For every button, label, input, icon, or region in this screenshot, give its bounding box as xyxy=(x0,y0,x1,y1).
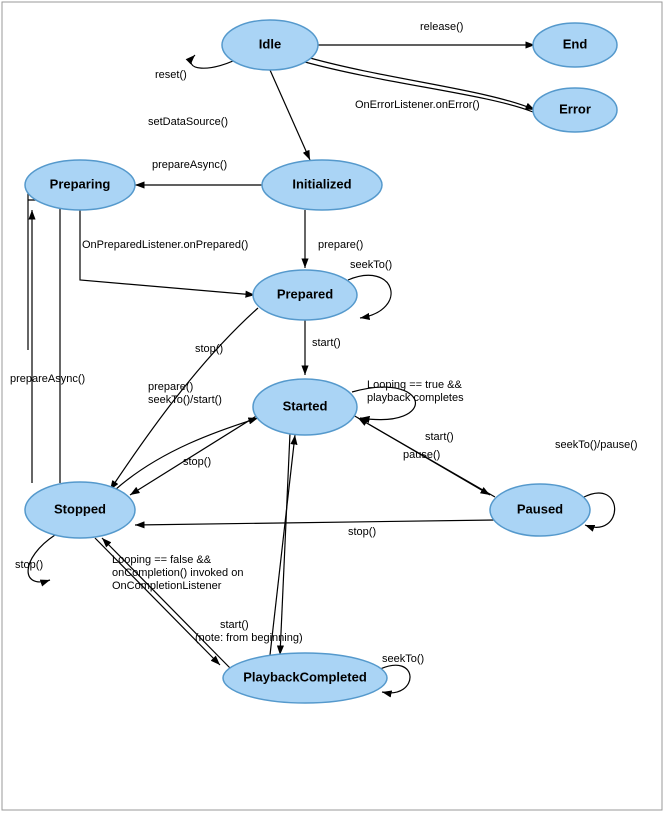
label-seekto-pause: seekTo()/pause() xyxy=(555,439,638,451)
label-stop-started: stop() xyxy=(183,456,211,468)
label-paused: Paused xyxy=(517,501,563,516)
label-reset: reset() xyxy=(155,69,187,81)
label-onprepared: OnPreparedListener.onPrepared() xyxy=(82,239,248,251)
label-seekto-playback: seekTo() xyxy=(382,653,424,665)
label-pause: pause() xyxy=(403,449,440,461)
label-prepare-1: prepare() xyxy=(318,239,363,251)
label-start-beginning-2: (note: from beginning) xyxy=(195,632,303,644)
label-seekto-prepared: seekTo() xyxy=(350,259,392,271)
label-preparing: Preparing xyxy=(50,176,111,191)
label-started: Started xyxy=(283,398,328,413)
label-onerror: OnErrorListener.onError() xyxy=(355,99,480,111)
label-start-beginning-1: start() xyxy=(220,619,249,631)
label-start-paused: start() xyxy=(425,431,454,443)
label-looping-false-3: OnCompletionListener xyxy=(112,580,222,592)
label-start-1: start() xyxy=(312,337,341,349)
label-looping-false-1: Looping == false && xyxy=(112,554,212,566)
label-setdatasource: setDataSource() xyxy=(148,116,228,128)
label-release: release() xyxy=(420,21,463,33)
label-stopped: Stopped xyxy=(54,501,106,516)
label-prepareasync-1: prepareAsync() xyxy=(152,159,227,171)
label-prepareasync-2: prepareAsync() xyxy=(10,373,85,385)
label-looping-false-2: onCompletion() invoked on xyxy=(112,567,243,579)
label-error: Error xyxy=(559,101,591,116)
label-initialized: Initialized xyxy=(292,176,351,191)
label-stop-paused: stop() xyxy=(348,526,376,538)
label-prepare-2: prepare() xyxy=(148,381,193,393)
label-stop-prepared: stop() xyxy=(195,343,223,355)
state-diagram: Idle End Error Initialized Preparing Pre… xyxy=(0,0,665,813)
label-seekto-start: seekTo()/start() xyxy=(148,394,222,406)
label-looping-true-2: playback completes xyxy=(367,392,464,404)
label-idle: Idle xyxy=(259,36,281,51)
label-playback: PlaybackCompleted xyxy=(243,669,367,684)
label-looping-true-1: Looping == true && xyxy=(367,379,462,391)
label-stop-stopped: stop() xyxy=(15,559,43,571)
label-prepared: Prepared xyxy=(277,286,333,301)
label-end: End xyxy=(563,36,588,51)
